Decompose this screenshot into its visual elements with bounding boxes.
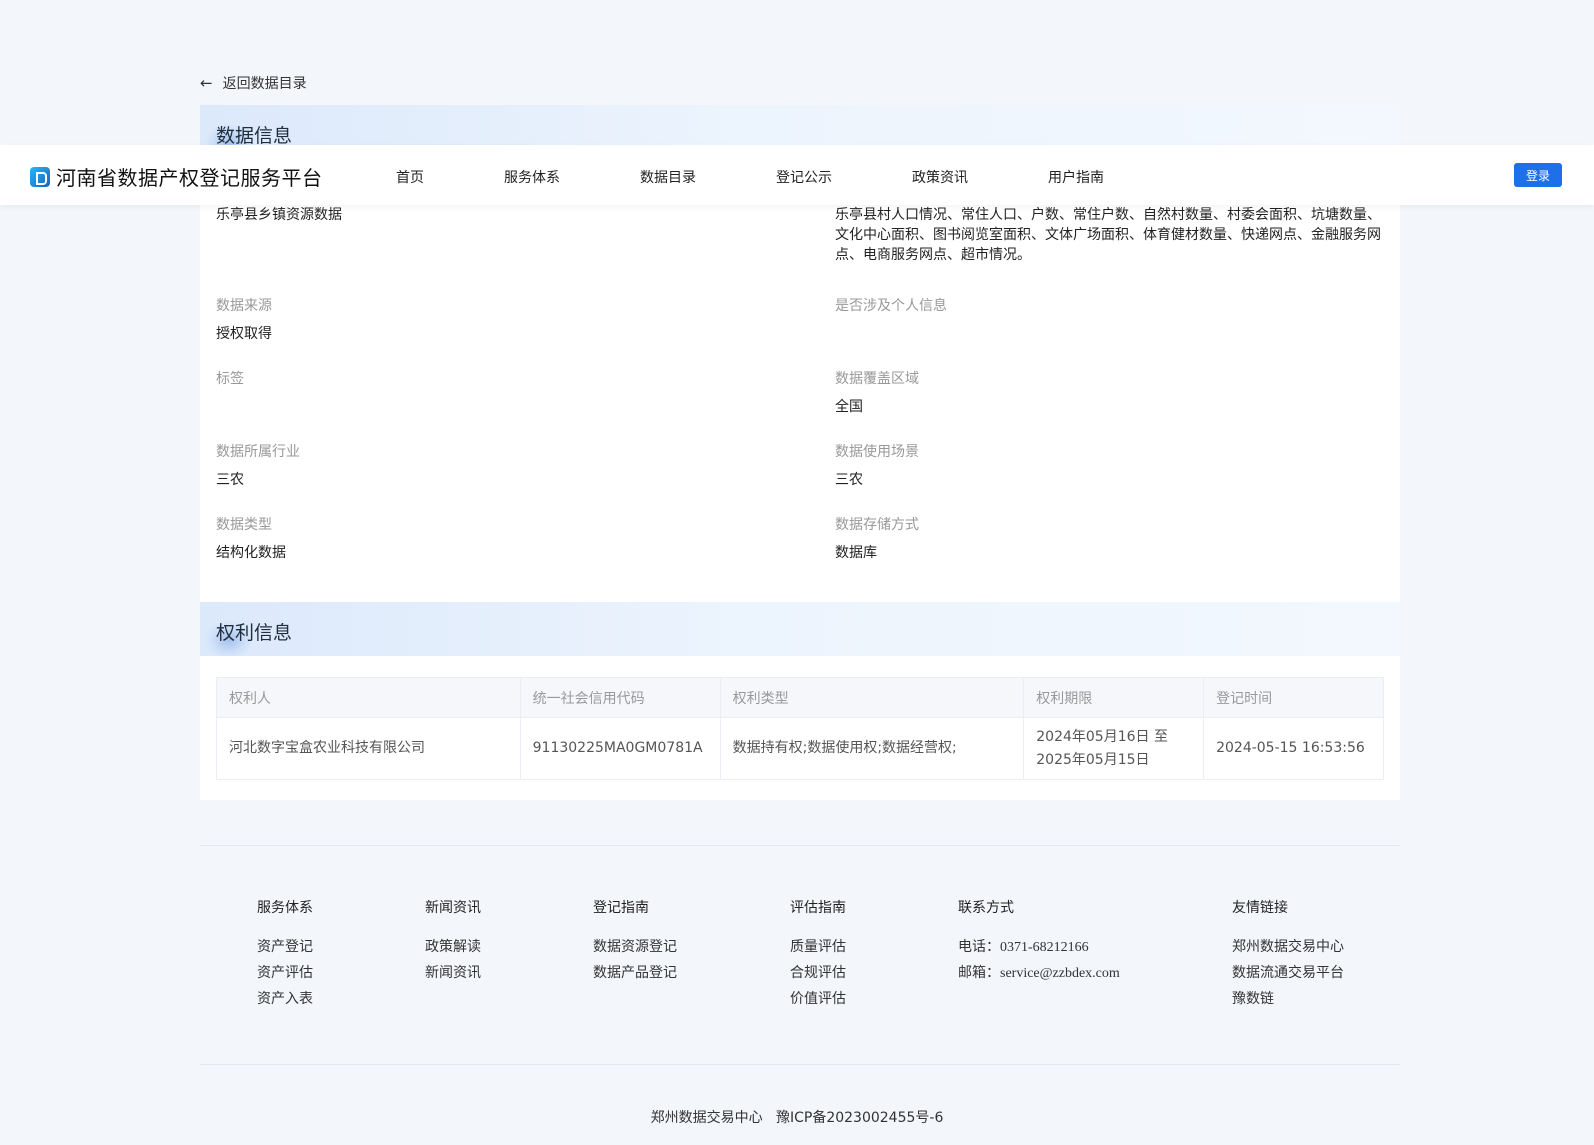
email-label: 邮箱： <box>958 965 1000 981</box>
tags-label: 标签 <box>216 371 244 387</box>
tags-field: 标签 <box>216 368 244 397</box>
column-header: 统一社会信用代码 <box>519 677 721 718</box>
nav-item-policy[interactable]: 政策资讯 <box>912 167 968 187</box>
type-label: 数据类型 <box>216 517 272 533</box>
footer-col-guide: 登记指南 数据资源登记 数据产品登记 <box>593 897 677 982</box>
data-description-field: 乐亭县村人口情况、常住人口、户数、常住户数、自然村数量、村委会面积、坑塘数量、文… <box>835 205 1385 265</box>
coverage-label: 数据覆盖区域 <box>835 371 919 387</box>
footer-col-title: 登记指南 <box>593 900 649 916</box>
footer-col-service: 服务体系 资产登记 资产评估 资产入表 <box>257 897 313 1008</box>
coverage-field: 数据覆盖区域 全国 <box>835 368 919 417</box>
personal-info-label: 是否涉及个人信息 <box>835 298 947 314</box>
scenario-label: 数据使用场景 <box>835 444 919 460</box>
footer-link[interactable]: 数据产品登记 <box>593 962 677 982</box>
term-end: 2025年05月15日 <box>1036 751 1150 768</box>
brand[interactable]: 河南省数据产权登记服务平台 <box>30 162 323 191</box>
footer-link[interactable]: 数据流通交易平台 <box>1232 962 1344 982</box>
nav-item-home[interactable]: 首页 <box>396 167 424 187</box>
arrow-left-icon: ← <box>200 74 213 92</box>
back-link-label: 返回数据目录 <box>222 76 307 92</box>
platform-logo-icon <box>30 166 50 187</box>
storage-field: 数据存储方式 数据库 <box>835 514 919 563</box>
industry-label: 数据所属行业 <box>216 444 300 460</box>
footer-divider <box>200 1064 1400 1065</box>
rights-term-cell: 2024年05月16日 至 2025年05月15日 <box>1023 717 1205 780</box>
contact-phone: 电话：0371-68212166 <box>958 936 1120 956</box>
footer-col-title: 联系方式 <box>958 900 1014 916</box>
data-info-title: 数据信息 <box>216 125 293 147</box>
source-value: 授权取得 <box>216 326 272 342</box>
credit-code-cell: 91130225MA0GM0781A <box>519 717 721 780</box>
rights-info-header: 权利信息 <box>200 602 1400 656</box>
data-name-field: 乐亭县乡镇资源数据 <box>216 205 776 225</box>
email-value: service@zzbdex.com <box>1000 966 1120 981</box>
nav-item-announcements[interactable]: 登记公示 <box>776 167 832 187</box>
source-label: 数据来源 <box>216 298 272 314</box>
rights-holder-cell: 河北数字宝盒农业科技有限公司 <box>216 717 521 780</box>
footer-col-title: 友情链接 <box>1232 900 1288 916</box>
data-description-value: 乐亭县村人口情况、常住人口、户数、常住户数、自然村数量、村委会面积、坑塘数量、文… <box>835 207 1381 263</box>
footer-col-news: 新闻资讯 政策解读 新闻资讯 <box>425 897 481 982</box>
footer-col-eval: 评估指南 质量评估 合规评估 价值评估 <box>790 897 846 1008</box>
footer-col-friends: 友情链接 郑州数据交易中心 数据流通交易平台 豫数链 <box>1232 897 1344 1008</box>
footer-link[interactable]: 资产评估 <box>257 962 313 982</box>
footer-col-title: 服务体系 <box>257 900 313 916</box>
column-header: 登记时间 <box>1203 677 1384 718</box>
phone-value: 0371-68212166 <box>1000 940 1089 955</box>
storage-value: 数据库 <box>835 545 877 561</box>
data-name-value: 乐亭县乡镇资源数据 <box>216 207 342 223</box>
scenario-value: 三农 <box>835 472 863 488</box>
nav-item-guide[interactable]: 用户指南 <box>1048 167 1104 187</box>
registration-time-cell: 2024-05-15 16:53:56 <box>1203 717 1384 780</box>
nav-item-catalog[interactable]: 数据目录 <box>640 167 696 187</box>
footer-link[interactable]: 数据资源登记 <box>593 936 677 956</box>
copyright-text: 郑州数据交易中心 豫ICP备2023002455号-6 <box>650 1110 944 1126</box>
scenario-field: 数据使用场景 三农 <box>835 441 919 490</box>
data-info-panel: 数据信息 乐亭县乡镇资源数据 乐亭县村人口情况、常住人口、户数、常住户数、自然村… <box>200 105 1400 800</box>
footer-link[interactable]: 质量评估 <box>790 936 846 956</box>
rights-info-title: 权利信息 <box>216 622 293 644</box>
personal-info-field: 是否涉及个人信息 <box>835 295 947 324</box>
contact-email: 邮箱：service@zzbdex.com <box>958 962 1120 982</box>
footer-link[interactable]: 新闻资讯 <box>425 962 481 982</box>
brand-name: 河南省数据产权登记服务平台 <box>56 166 323 190</box>
industry-field: 数据所属行业 三农 <box>216 441 300 490</box>
type-value: 结构化数据 <box>216 545 286 561</box>
footer-col-contact: 联系方式 电话：0371-68212166 邮箱：service@zzbdex.… <box>958 897 1120 982</box>
back-to-catalog-link[interactable]: ← 返回数据目录 <box>200 73 307 93</box>
industry-value: 三农 <box>216 472 244 488</box>
login-button[interactable]: 登录 <box>1514 163 1562 187</box>
footer-col-title: 评估指南 <box>790 900 846 916</box>
nav-item-services[interactable]: 服务体系 <box>504 167 560 187</box>
footer-link[interactable]: 政策解读 <box>425 936 481 956</box>
footer-divider <box>200 845 1400 846</box>
footer-link[interactable]: 资产入表 <box>257 988 313 1008</box>
table-header-row: 权利人 统一社会信用代码 权利类型 权利期限 登记时间 <box>216 677 1384 718</box>
footer-link[interactable]: 价值评估 <box>790 988 846 1008</box>
rights-type-cell: 数据持有权;数据使用权;数据经营权; <box>719 717 1025 780</box>
footer-link[interactable]: 合规评估 <box>790 962 846 982</box>
coverage-value: 全国 <box>835 399 863 415</box>
column-header: 权利类型 <box>719 677 1025 718</box>
term-start: 2024年05月16日 至 <box>1036 728 1168 745</box>
footer-col-title: 新闻资讯 <box>425 900 481 916</box>
footer-link[interactable]: 豫数链 <box>1232 988 1344 1008</box>
footer-link[interactable]: 资产登记 <box>257 936 313 956</box>
top-navbar: 河南省数据产权登记服务平台 首页 服务体系 数据目录 登记公示 政策资讯 用户指… <box>0 145 1594 205</box>
column-header: 权利人 <box>216 677 521 718</box>
footer-link[interactable]: 郑州数据交易中心 <box>1232 936 1344 956</box>
type-field: 数据类型 结构化数据 <box>216 514 286 563</box>
phone-label: 电话： <box>958 939 1000 955</box>
column-header: 权利期限 <box>1023 677 1205 718</box>
source-field: 数据来源 授权取得 <box>216 295 272 344</box>
rights-table: 权利人 统一社会信用代码 权利类型 权利期限 登记时间 河北数字宝盒农业科技有限… <box>216 677 1384 780</box>
table-row: 河北数字宝盒农业科技有限公司 91130225MA0GM0781A 数据持有权;… <box>216 717 1384 780</box>
storage-label: 数据存储方式 <box>835 517 919 533</box>
